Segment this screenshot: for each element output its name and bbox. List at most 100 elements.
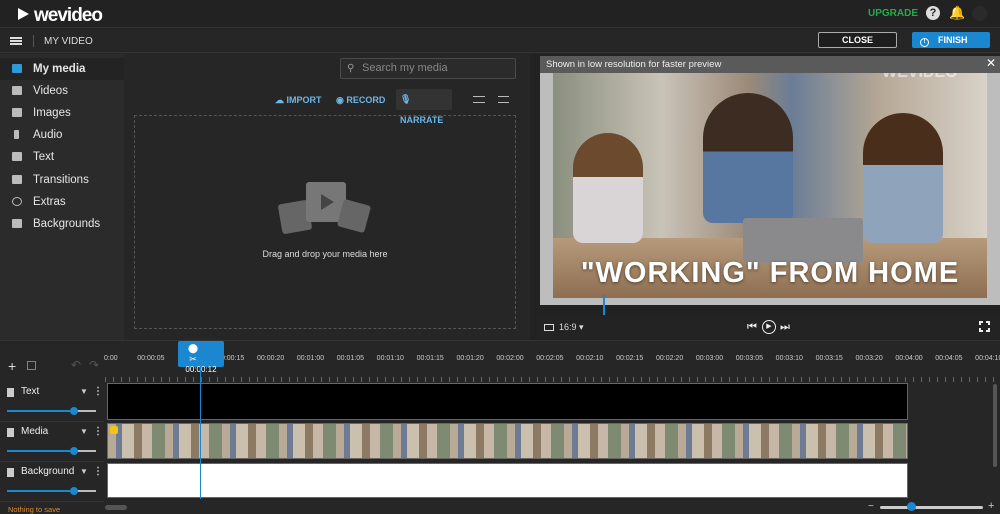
- skip-forward-icon[interactable]: ⏭: [780, 321, 790, 334]
- chevron-down-icon[interactable]: ▼: [80, 427, 88, 436]
- play-icon[interactable]: ▶: [762, 320, 776, 334]
- film-icon: [7, 468, 14, 477]
- search-input[interactable]: ⚲ Search my media: [340, 58, 516, 79]
- horizontal-scrollbar[interactable]: [105, 505, 127, 510]
- backgrounds-icon: [12, 219, 22, 228]
- upgrade-link[interactable]: UPGRADE: [868, 8, 918, 19]
- sidebar-item-label: Backgrounds: [33, 218, 101, 230]
- aspect-icon: [544, 324, 554, 331]
- hamburger-menu-icon[interactable]: [10, 37, 22, 45]
- ruler-tick-label: 00:00:05: [137, 355, 165, 362]
- volume-slider[interactable]: [7, 407, 96, 415]
- finish-button[interactable]: ! FINISH: [912, 32, 990, 48]
- text-track-clip[interactable]: [107, 383, 908, 420]
- ruler-tick-label: 00:03:10: [775, 355, 803, 362]
- sidebar-item-label: Images: [33, 107, 71, 119]
- track-header-text: Text ▼ ⋮: [0, 382, 104, 422]
- playhead[interactable]: ⬤✂00:00:12: [178, 341, 224, 374]
- ruler-tick-label: 00:02:15: [616, 355, 644, 362]
- filter-icon[interactable]: [498, 96, 509, 103]
- sidebar-item-videos[interactable]: Videos: [0, 80, 124, 102]
- sidebar-item-extras[interactable]: Extras: [0, 191, 124, 213]
- more-icon[interactable]: ⋮: [93, 426, 103, 437]
- ruler-tick-label: 00:00:20: [256, 355, 285, 362]
- video-headline: "WORKING" FROM HOME: [580, 257, 960, 289]
- bell-icon[interactable]: 🔔: [949, 5, 965, 21]
- chevron-down-icon[interactable]: ▼: [80, 387, 88, 396]
- sidebar-item-images[interactable]: Images: [0, 102, 124, 124]
- timeline-ruler[interactable]: [105, 377, 1000, 382]
- top-bar: [0, 0, 1000, 27]
- sidebar-item-label: Videos: [33, 85, 68, 97]
- panel-resize-handle[interactable]: [530, 54, 538, 340]
- select-mode-icon[interactable]: [27, 361, 36, 370]
- close-button[interactable]: CLOSE: [818, 32, 897, 48]
- track-header-background: Background ▼ ⋮: [0, 462, 104, 502]
- background-track-clip[interactable]: [107, 463, 908, 498]
- aspect-ratio-dropdown[interactable]: 16:9 ▾: [544, 322, 584, 333]
- divider: [33, 35, 34, 47]
- sidebar-item-label: Audio: [33, 129, 63, 141]
- add-track-icon[interactable]: +: [8, 358, 16, 374]
- ruler-tick-label: 00:03:20: [855, 355, 883, 362]
- track-name: Background: [21, 466, 75, 477]
- ruler-tick-label: 00:04:10: [975, 355, 1000, 362]
- sort-icon[interactable]: [473, 96, 485, 103]
- drop-zone-text: Drag and drop your media here: [262, 249, 388, 259]
- redo-icon[interactable]: ↷: [89, 358, 99, 372]
- avatar[interactable]: [972, 6, 987, 21]
- import-button[interactable]: ☁ IMPORT: [275, 95, 322, 106]
- volume-slider[interactable]: [7, 447, 96, 455]
- track-header-media: Media ▼ ⋮: [0, 422, 104, 462]
- more-icon[interactable]: ⋮: [93, 466, 103, 477]
- premium-crown-icon: [110, 426, 118, 434]
- ruler-tick-label: 00:01:05: [336, 355, 365, 362]
- ruler-tick-label: 00:03:15: [815, 355, 843, 362]
- info-icon: !: [920, 38, 929, 47]
- ruler-tick-label: 00:01:10: [376, 355, 404, 362]
- sidebar-item-label: My media: [33, 63, 86, 75]
- help-icon[interactable]: ?: [926, 6, 940, 20]
- sidebar-item-label: Text: [33, 151, 55, 163]
- zoom-in-icon[interactable]: +: [988, 500, 994, 512]
- playhead-line[interactable]: [200, 367, 201, 499]
- chevron-down-icon[interactable]: ▼: [80, 467, 88, 476]
- sidebar-item-transitions[interactable]: Transitions: [0, 169, 124, 191]
- undo-icon[interactable]: ↶: [71, 358, 81, 372]
- wevideo-logo[interactable]: wevideo: [18, 5, 103, 27]
- microphone-icon: 🎙: [400, 94, 412, 104]
- low-resolution-notice: Shown in low resolution for faster previ…: [540, 56, 1000, 73]
- media-track-clip[interactable]: [107, 423, 908, 459]
- sidebar-item-text[interactable]: Text: [0, 146, 124, 168]
- ruler-tick-label: 00:01:15: [416, 355, 444, 362]
- scissors-icon[interactable]: ✂: [189, 354, 213, 364]
- folder-icon: [12, 64, 22, 73]
- zoom-slider[interactable]: [880, 506, 983, 509]
- more-icon[interactable]: ⋮: [93, 386, 103, 397]
- narrate-button[interactable]: 🎙NARRATE: [396, 89, 452, 125]
- sidebar-item-backgrounds[interactable]: Backgrounds: [0, 213, 124, 235]
- project-title[interactable]: MY VIDEO: [44, 36, 93, 47]
- search-icon: ⚲: [347, 63, 355, 74]
- close-icon[interactable]: ✕: [986, 56, 996, 70]
- ruler-tick-label: 00:04:00: [895, 355, 923, 362]
- ruler-tick-label: 00:03:00: [695, 355, 724, 362]
- record-button[interactable]: ◉ RECORD: [336, 95, 385, 106]
- sidebar-item-my-media[interactable]: My media: [0, 58, 124, 80]
- ruler-tick-label: 00:01:00: [296, 355, 325, 362]
- search-placeholder: Search my media: [362, 62, 448, 74]
- sidebar-item-audio[interactable]: Audio: [0, 124, 124, 146]
- ruler-tick-label: 00:02:20: [655, 355, 684, 362]
- vertical-scrollbar[interactable]: [993, 384, 997, 467]
- ruler-tick-label: 00:02:05: [536, 355, 564, 362]
- zoom-out-icon[interactable]: −: [868, 501, 874, 512]
- skip-back-icon[interactable]: ⏮: [747, 321, 757, 334]
- ruler-tick-label: 00:03:05: [735, 355, 764, 362]
- playhead-time: 00:00:12: [178, 365, 224, 374]
- zoom-slider-knob[interactable]: [906, 502, 916, 511]
- marker-icon[interactable]: ⬤: [188, 343, 214, 353]
- fullscreen-icon[interactable]: [979, 321, 990, 332]
- volume-slider[interactable]: [7, 487, 96, 495]
- ruler-tick-label: 00:04:05: [935, 355, 963, 362]
- preview-scrubber[interactable]: [603, 295, 605, 315]
